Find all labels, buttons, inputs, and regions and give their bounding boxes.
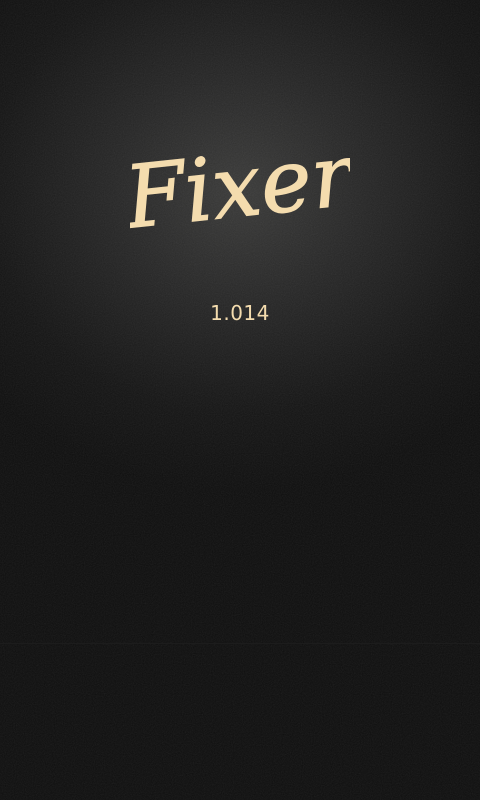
version-label: 1.014 <box>210 301 270 325</box>
splash-screen: Fixer 1.014 <box>0 0 480 800</box>
app-title: Fixer <box>130 125 350 249</box>
divider <box>0 643 480 644</box>
app-logo: Fixer <box>130 124 350 249</box>
